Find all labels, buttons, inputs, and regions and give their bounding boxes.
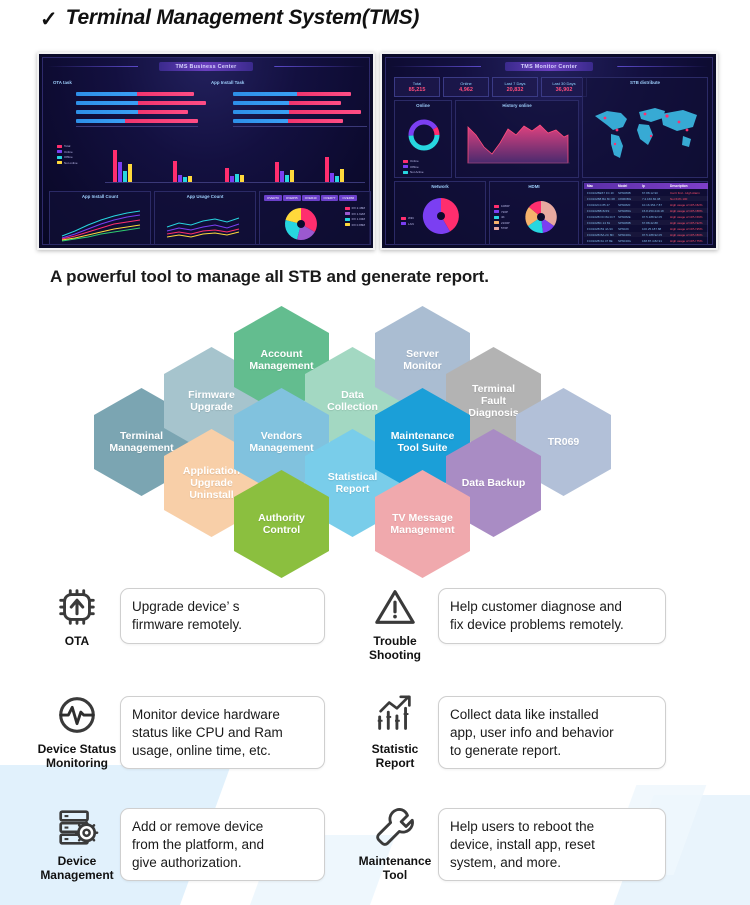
table-row[interactable]: FC0102C4 85 47 SP6082F 10.16.354.7 87 Hi… xyxy=(584,202,708,207)
online-donut-chart xyxy=(408,119,440,151)
history-online-area-chart xyxy=(467,124,570,164)
feature-description: Monitor device hardware status like CPU … xyxy=(120,696,325,770)
hexagon-label: Server Monitor xyxy=(403,347,442,372)
hdmi-pie-chart xyxy=(525,201,557,233)
app-install-line-chart xyxy=(61,210,141,242)
hexagon-label: TV Message Management xyxy=(390,511,455,536)
feature-ota: OTA Upgrade device’ s firmware remotely. xyxy=(34,584,354,648)
table-row[interactable]: FC0102BE57 FC 2F SP6080B 67.88.12.90 Can… xyxy=(584,190,708,195)
bar-legend: Total Online Offline Not online xyxy=(57,144,78,166)
hexagon-label: TR069 xyxy=(547,435,580,448)
hexagon-label: Vendors Management xyxy=(249,429,314,454)
hdmi-legend: 1080P 720P 4K 2160P 576P xyxy=(494,204,510,232)
feature-description: Add or remove device from the platform, … xyxy=(120,808,325,882)
feature-description: Help customer diagnose and fix device pr… xyxy=(438,588,666,644)
feature-trouble-shooting: Trouble Shooting Help customer diagnose … xyxy=(352,584,722,663)
hexagon-label: Statistical Report xyxy=(327,470,378,495)
hexagon-label: Application Upgrade Uninstall xyxy=(182,464,241,502)
hexagon-label: Data Collection xyxy=(327,388,378,413)
pie-legend: RX 2.48M RX 1.92M RX 1.00M RX 0.88M xyxy=(344,206,365,228)
dashboard-title-2: TMS Monitor Center xyxy=(504,62,594,71)
app-usage-count-title: App Usage Count xyxy=(186,194,224,199)
chip-up-arrow-icon xyxy=(59,589,95,625)
feature-label: Device Management xyxy=(40,854,114,883)
feature-statistic-report: Statistic Report Collect data like insta… xyxy=(352,692,722,771)
app-usage-line-chart xyxy=(166,217,240,238)
stb-distribute-title: STB distribute xyxy=(629,80,660,85)
feature-label: Trouble Shooting xyxy=(369,634,421,663)
hexagon-label: Terminal Management xyxy=(109,429,174,454)
hexagon-label: Authority Control xyxy=(258,511,305,536)
feature-label: OTA xyxy=(64,634,90,648)
kpi-card: Online 4,962 xyxy=(443,77,489,97)
feature-device-status-monitoring: Device Status Monitoring Monitor device … xyxy=(34,692,354,771)
pie-tab-bar[interactable]: OVER70 OVER55 OVER40 OVER77 OVER66 xyxy=(264,195,358,201)
page-title: ✓ Terminal Management System(TMS) xyxy=(40,6,419,30)
kpi-card: Last 7 Days 20,832 xyxy=(492,77,538,97)
table-row[interactable]: FC0102BB 82F9 SP6089G 15.8.250.249.18 Hi… xyxy=(584,208,708,213)
alarm-table-header: Mac Model Ip Description xyxy=(584,183,708,189)
dashboard-header: TMS Business Center xyxy=(43,60,369,73)
wrench-icon xyxy=(376,808,414,846)
feature-maintenance-tool: Maintenance Tool Help users to reboot th… xyxy=(352,804,722,883)
dashboard-screenshots: TMS Business Center OTA task App Install… xyxy=(0,52,750,250)
hexagon-label: Account Management xyxy=(249,347,314,372)
table-row[interactable]: FC0102B BA 2C 8D SP6040G 97.5.188.92.05 … xyxy=(584,232,708,237)
feature-list: OTA Upgrade device’ s firmware remotely.… xyxy=(0,572,750,905)
hexagon-label: Terminal Fault Diagnosis xyxy=(468,382,519,420)
feature-description: Help users to reboot the device, install… xyxy=(438,808,666,882)
hexagon-label: Data Backup xyxy=(461,476,526,489)
table-row[interactable]: FC0102B8 BA 8C 08 C8060BG 7.2.166.82.08 … xyxy=(584,196,708,201)
dashboard-monitor-center: TMS Monitor Center Total 85,215 Online 4… xyxy=(380,52,718,250)
feature-label: Maintenance Tool xyxy=(358,854,432,883)
subtitle: A powerful tool to manage all STB and ge… xyxy=(50,267,489,286)
network-legend: WiFi LAN xyxy=(401,216,414,227)
hexagon-label: Maintenance Tool Suite xyxy=(390,429,455,454)
network-pie-chart xyxy=(422,197,459,234)
history-online-title: History online xyxy=(502,103,532,108)
pulse-circle-icon xyxy=(59,697,95,733)
page-title-text: Terminal Management System(TMS) xyxy=(65,6,420,29)
feature-device-management: Device Management Add or remove device f… xyxy=(34,804,354,883)
table-row[interactable]: FC0102B FD 8A 0C7 SP6082E 97.5.188.92.05… xyxy=(584,214,708,219)
online-legend: Online Offline Not Active xyxy=(403,159,424,176)
warning-triangle-icon xyxy=(375,590,415,624)
feature-description: Upgrade device’ s firmware remotely. xyxy=(120,588,325,644)
app-install-task-label: App Install Task xyxy=(211,80,245,85)
hdmi-panel-title: HDMI xyxy=(528,184,540,189)
server-gear-icon xyxy=(59,810,99,845)
revenue-pie-chart xyxy=(284,208,317,240)
ota-task-label: OTA task xyxy=(53,80,72,85)
hexagon-label: Firmware Upgrade xyxy=(188,388,235,413)
dashboard-header-2: TMS Monitor Center xyxy=(386,60,712,73)
check-mark-icon: ✓ xyxy=(40,7,58,31)
feature-label: Device Status Monitoring xyxy=(37,742,117,771)
kpi-card: Last 30 Days 36,902 xyxy=(541,77,587,97)
online-panel-title: Online xyxy=(416,103,430,108)
app-install-count-title: App Install Count xyxy=(81,194,119,199)
dashboard-title: TMS Business Center xyxy=(159,62,253,71)
world-map xyxy=(595,108,697,158)
table-row[interactable]: FC0102BC 24 81 SP6080B 67.88.42.88 High … xyxy=(584,220,708,225)
table-row[interactable]: FC0102B 6A 47 8E SP6040G 168.87.4.82.91 … xyxy=(584,238,708,243)
table-row[interactable]: FC0102B B3 4A 9C SP6029 100.25.187.88 Hi… xyxy=(584,226,708,231)
feature-description: Collect data like installed app, user in… xyxy=(438,696,666,770)
feature-label: Statistic Report xyxy=(371,742,419,771)
kpi-card: Total 85,215 xyxy=(394,77,440,97)
dashboard-business-center: TMS Business Center OTA task App Install… xyxy=(37,52,375,250)
capability-honeycomb: Terminal Management Firmware Upgrade Account… xyxy=(0,305,750,578)
bar-chart-trend-icon xyxy=(377,695,411,730)
network-panel-title: Network xyxy=(431,184,449,189)
